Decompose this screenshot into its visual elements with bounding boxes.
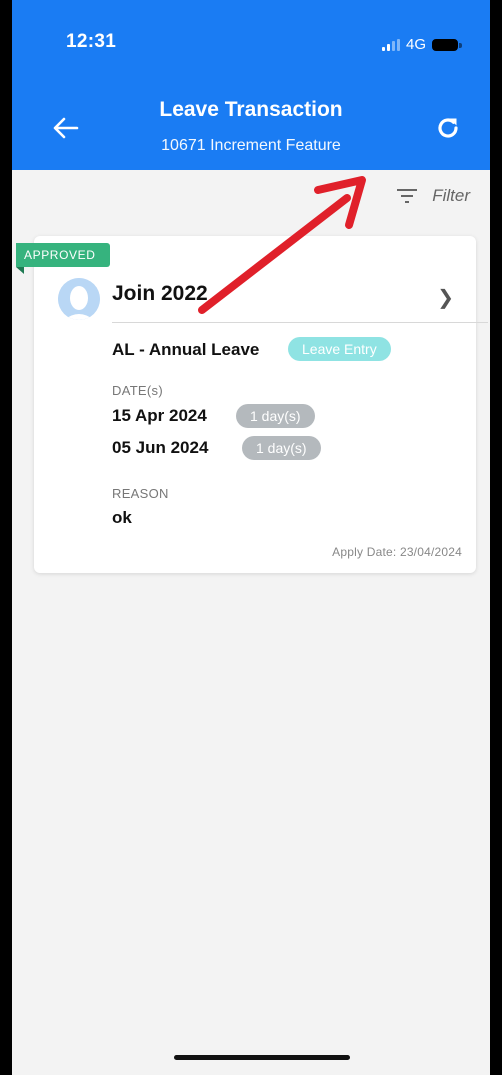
battery-icon bbox=[432, 38, 462, 51]
date-item: 05 Jun 2024 bbox=[112, 438, 209, 457]
status-time: 12:31 bbox=[66, 31, 117, 52]
refresh-button[interactable] bbox=[430, 110, 466, 146]
network-type: 4G bbox=[405, 36, 426, 53]
reason-label: REASON bbox=[112, 486, 169, 501]
filter-label: Filter bbox=[432, 186, 470, 205]
card-title: Join 2022 bbox=[112, 282, 208, 305]
apply-date: Apply Date: 23/04/2024 bbox=[332, 545, 462, 559]
duration-pill: 1 day(s) bbox=[242, 436, 321, 460]
app-header: 12:31 4G Leave Transaction 10671 Increme… bbox=[12, 0, 490, 170]
avatar bbox=[58, 278, 100, 320]
filter-button[interactable]: Filter bbox=[396, 186, 470, 206]
dates-label: DATE(s) bbox=[112, 383, 163, 398]
date-item: 15 Apr 2024 bbox=[112, 406, 207, 425]
card-divider bbox=[112, 322, 488, 323]
leave-type: AL - Annual Leave bbox=[112, 340, 260, 359]
entry-type-pill: Leave Entry bbox=[288, 337, 391, 361]
page-subtitle: 10671 Increment Feature bbox=[161, 137, 341, 154]
status-badge: APPROVED bbox=[16, 243, 110, 267]
badge-fold bbox=[16, 267, 24, 274]
user-avatar-icon bbox=[58, 278, 100, 320]
signal-icon bbox=[381, 38, 400, 51]
phone-screen: 12:31 4G Leave Transaction 10671 Increme… bbox=[12, 0, 490, 1075]
chevron-right-icon[interactable]: ❯ bbox=[437, 285, 454, 310]
refresh-icon bbox=[438, 118, 458, 138]
reason-value: ok bbox=[112, 508, 132, 527]
filter-lines-icon bbox=[397, 189, 418, 203]
page-title: Leave Transaction bbox=[159, 98, 343, 121]
duration-pill: 1 day(s) bbox=[236, 404, 315, 428]
home-indicator bbox=[174, 1055, 350, 1060]
status-indicators: 4G bbox=[381, 36, 462, 53]
